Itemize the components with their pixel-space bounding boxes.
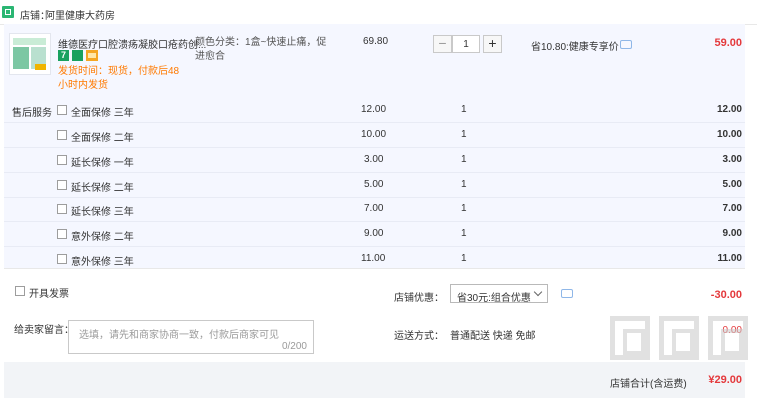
quantity-input[interactable] <box>452 35 480 53</box>
service-checkbox[interactable] <box>57 254 67 264</box>
delivery-method: 普通配送 快递 免邮 <box>450 331 536 342</box>
service-option-name: 意外保修 二年 <box>71 232 134 243</box>
service-option-qty: 1 <box>461 203 467 214</box>
quantity-plus-button[interactable]: + <box>483 35 502 53</box>
seller-message-placeholder: 选填，请先和商家协商一致，付款后商家可见 <box>79 330 279 341</box>
row-divider <box>4 221 745 222</box>
service-checkbox[interactable] <box>57 130 67 140</box>
service-option-qty: 1 <box>461 179 467 190</box>
watermark-logo <box>604 310 757 398</box>
service-option-qty: 1 <box>461 129 467 140</box>
shop-header: 店铺： 阿里健康大药房 <box>0 0 757 25</box>
item-total-price: 59.00 <box>714 37 742 49</box>
service-checkbox[interactable] <box>57 204 67 214</box>
service-option-price: 5.00 <box>364 179 384 190</box>
quantity-minus-button[interactable]: − <box>433 35 452 53</box>
service-option-total: 5.00 <box>722 179 742 190</box>
service-option-name: 延长保修 一年 <box>71 158 134 169</box>
service-option-name: 全面保修 三年 <box>71 108 134 119</box>
row-divider <box>4 147 745 148</box>
service-option-price: 12.00 <box>361 104 387 115</box>
service-option-total: 12.00 <box>716 104 742 115</box>
coupon-amount: -30.00 <box>710 289 742 301</box>
product-spec: 颜色分类：1盒~快速止痛，促进愈合 <box>195 37 327 62</box>
payment-card-icon <box>86 50 98 61</box>
shop-icon <box>2 6 14 18</box>
service-option-price: 3.00 <box>364 154 384 165</box>
chevron-down-icon <box>533 287 543 297</box>
delivery-label: 运送方式： <box>394 331 444 342</box>
shop-name-link[interactable]: 阿里健康大药房 <box>45 7 115 22</box>
service-option-qty: 1 <box>461 154 467 165</box>
service-option-qty: 1 <box>461 253 467 264</box>
service-option-price: 7.00 <box>364 203 384 214</box>
health-badge-icon <box>72 50 83 61</box>
after-sale-services-label: 售后服务 <box>12 108 52 119</box>
coupon-label: 店铺优惠： <box>394 293 444 304</box>
service-option-total: 7.00 <box>722 203 742 214</box>
row-divider <box>4 197 745 198</box>
service-option-qty: 1 <box>461 228 467 239</box>
product-title-link[interactable]: 维德医疗口腔溃疡凝胶口疮药创... <box>58 36 206 51</box>
service-option-name: 延长保修 二年 <box>71 183 134 194</box>
invoice-checkbox[interactable] <box>15 286 25 296</box>
coupon-selected-value: 省30元:组合优惠 <box>457 293 531 304</box>
service-option-name: 延长保修 三年 <box>71 207 134 218</box>
row-divider <box>4 172 745 173</box>
service-checkbox[interactable] <box>57 229 67 239</box>
unit-price: 69.80 <box>363 36 389 47</box>
tmall-7-day-badge: 7 <box>58 50 69 61</box>
seller-message-label: 给卖家留言： <box>14 325 74 336</box>
service-checkbox[interactable] <box>57 105 67 115</box>
chat-icon[interactable] <box>620 40 632 49</box>
shipping-time-note: 发货时间：现货，付款后48小时内发货 <box>58 66 180 91</box>
service-option-total: 9.00 <box>722 228 742 239</box>
row-divider <box>4 246 745 247</box>
service-option-total: 11.00 <box>717 253 742 264</box>
chat-icon[interactable] <box>561 289 573 298</box>
coupon-select[interactable]: 省30元:组合优惠 <box>450 284 548 304</box>
invoice-label: 开具发票 <box>29 289 69 300</box>
service-option-price: 11.00 <box>361 253 386 264</box>
service-option-price: 9.00 <box>364 228 384 239</box>
service-option-qty: 1 <box>461 104 467 115</box>
seller-message-field[interactable]: 选填，请先和商家协商一致，付款后商家可见 0/200 <box>68 320 314 354</box>
seller-message-counter: 0/200 <box>281 341 307 352</box>
service-option-price: 10.00 <box>361 129 387 140</box>
service-option-total: 3.00 <box>722 154 742 165</box>
service-option-name: 全面保修 二年 <box>71 133 134 144</box>
product-thumbnail[interactable] <box>9 33 51 75</box>
service-checkbox[interactable] <box>57 155 67 165</box>
discount-note: 省10.80:健康专享价 <box>531 42 619 53</box>
row-divider <box>4 122 745 123</box>
service-checkbox[interactable] <box>57 180 67 190</box>
service-option-name: 意外保修 三年 <box>71 257 134 268</box>
service-option-total: 10.00 <box>716 129 742 140</box>
